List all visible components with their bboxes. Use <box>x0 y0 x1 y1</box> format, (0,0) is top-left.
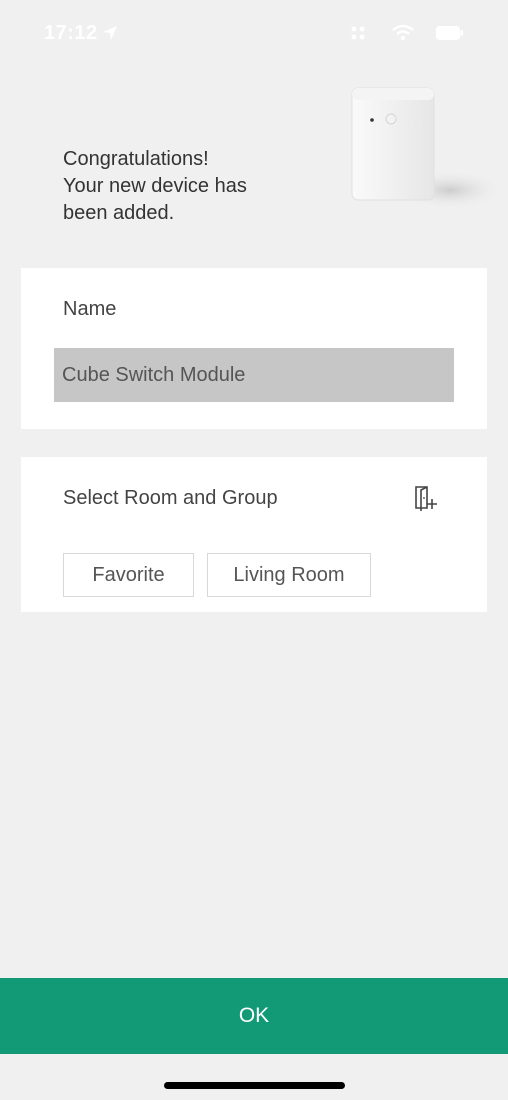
status-bar: 17:12 <box>0 0 508 70</box>
wifi-icon <box>392 24 414 41</box>
room-chips: Favorite Living Room <box>63 553 371 597</box>
success-message: Congratulations! Your new device has bee… <box>63 148 247 224</box>
name-card: Name Cube Switch Module <box>21 268 487 429</box>
home-indicator <box>164 1082 345 1089</box>
room-group-card: Select Room and Group Favorite Living Ro… <box>21 457 487 612</box>
chip-favorite[interactable]: Favorite <box>63 553 194 597</box>
signal-icon <box>351 26 365 40</box>
status-icons <box>350 24 464 42</box>
cube-switch-module-image <box>351 87 500 210</box>
chip-living-room[interactable]: Living Room <box>207 553 371 597</box>
name-label: Name <box>63 298 117 320</box>
room-group-label: Select Room and Group <box>63 487 278 509</box>
status-time: 17:12 <box>44 22 98 44</box>
device-name-input[interactable]: Cube Switch Module <box>54 348 454 402</box>
add-room-icon[interactable] <box>413 485 439 511</box>
battery-icon <box>436 26 463 40</box>
location-arrow-icon <box>103 26 117 40</box>
ok-button[interactable]: OK <box>0 978 508 1054</box>
